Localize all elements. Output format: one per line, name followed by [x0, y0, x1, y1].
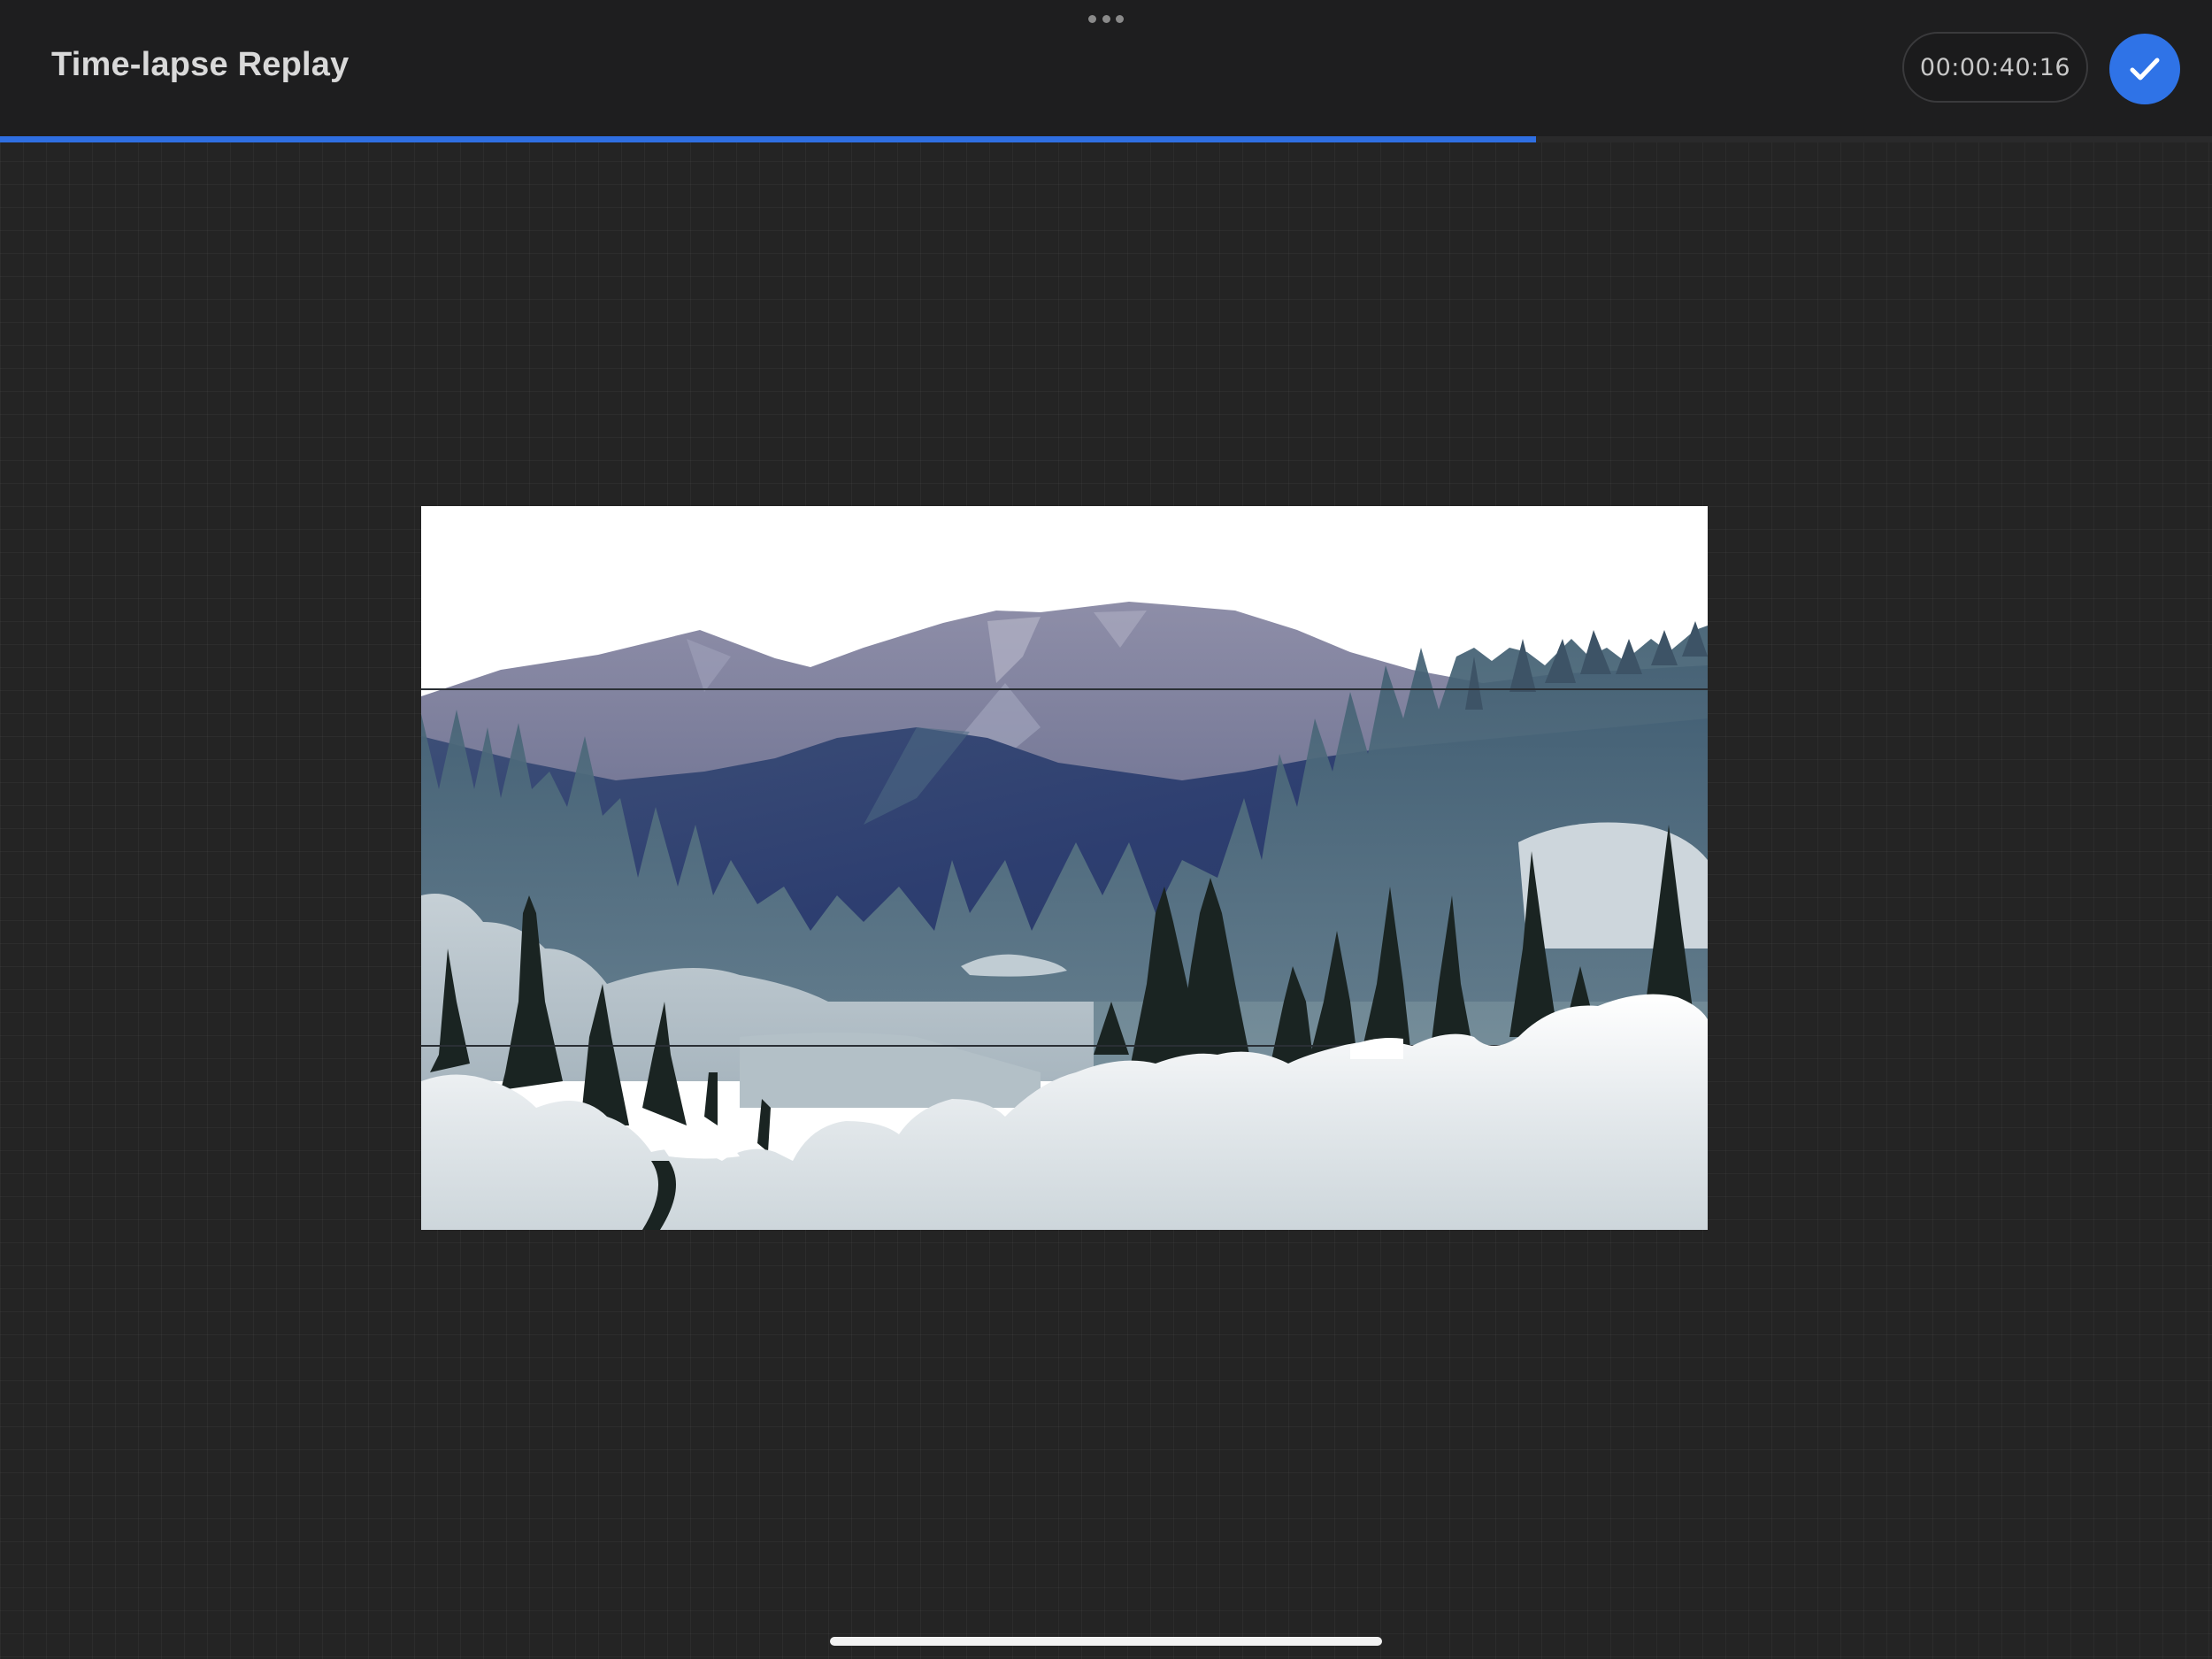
top-bar: Time-lapse Replay 00:00:40:16 — [0, 0, 2212, 137]
dot — [1116, 14, 1124, 23]
checkmark-icon — [2130, 58, 2160, 81]
timelapse-replay-screen: Time-lapse Replay 00:00:40:16 — [0, 0, 2212, 1659]
dot — [1102, 14, 1110, 23]
more-dots-icon[interactable] — [1088, 12, 1124, 25]
page-title: Time-lapse Replay — [51, 46, 349, 83]
artwork-canvas[interactable] — [421, 506, 1708, 1230]
elapsed-time-display: 00:00:40:16 — [1902, 32, 2088, 103]
playback-progress — [0, 136, 1536, 142]
dot — [1088, 14, 1096, 23]
winter-mountain-landscape-illustration — [421, 506, 1708, 1230]
done-button[interactable] — [2109, 34, 2180, 104]
playback-scrubber[interactable] — [0, 136, 2212, 142]
home-indicator[interactable] — [830, 1637, 1382, 1646]
